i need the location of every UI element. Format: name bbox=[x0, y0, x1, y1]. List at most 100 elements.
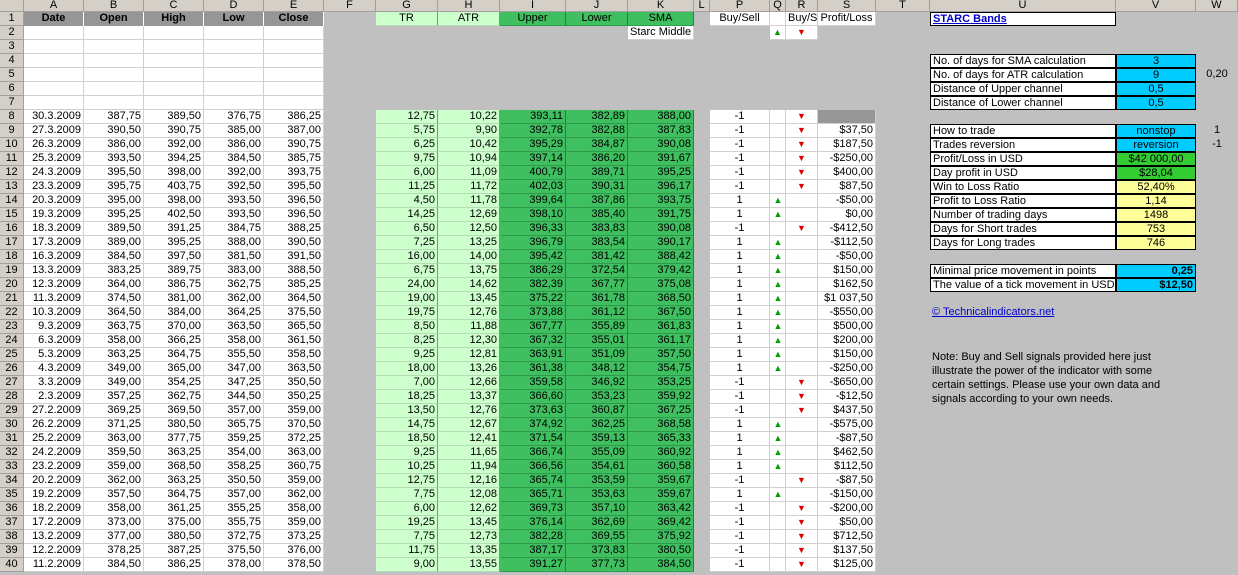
tr-cell[interactable]: 7,75 bbox=[376, 488, 438, 502]
row-header-39[interactable]: 39 bbox=[0, 544, 24, 558]
atr-cell[interactable]: 10,42 bbox=[438, 138, 500, 152]
close-cell[interactable]: 364,50 bbox=[264, 292, 324, 306]
cell[interactable] bbox=[770, 474, 786, 488]
cell[interactable] bbox=[264, 82, 324, 96]
date-cell[interactable]: 9.3.2009 bbox=[24, 320, 84, 334]
close-cell[interactable]: 372,25 bbox=[264, 432, 324, 446]
close-cell[interactable]: 375,50 bbox=[264, 306, 324, 320]
profit-loss-cell[interactable]: $1 037,50 bbox=[818, 292, 876, 306]
date-cell[interactable]: 26.3.2009 bbox=[24, 138, 84, 152]
date-cell[interactable]: 5.3.2009 bbox=[24, 348, 84, 362]
tr-cell[interactable]: 24,00 bbox=[376, 278, 438, 292]
cell[interactable] bbox=[144, 26, 204, 40]
upper-cell[interactable]: 373,63 bbox=[500, 404, 566, 418]
date-cell[interactable]: 24.2.2009 bbox=[24, 446, 84, 460]
atr-cell[interactable]: 12,69 bbox=[438, 208, 500, 222]
tr-cell[interactable]: 5,75 bbox=[376, 124, 438, 138]
date-cell[interactable]: 11.3.2009 bbox=[24, 292, 84, 306]
lower-cell[interactable]: 389,71 bbox=[566, 166, 628, 180]
lower-cell[interactable]: 377,73 bbox=[566, 558, 628, 572]
signal-cell[interactable]: -1 bbox=[710, 152, 770, 166]
row-header-30[interactable]: 30 bbox=[0, 418, 24, 432]
tr-cell[interactable]: 18,50 bbox=[376, 432, 438, 446]
upper-cell[interactable]: 363,91 bbox=[500, 348, 566, 362]
low-cell[interactable]: 362,00 bbox=[204, 292, 264, 306]
cell[interactable] bbox=[144, 68, 204, 82]
profit-loss-cell[interactable]: $500,00 bbox=[818, 320, 876, 334]
close-cell[interactable]: 358,50 bbox=[264, 348, 324, 362]
column-header-t[interactable]: T bbox=[876, 0, 930, 12]
sma-cell[interactable]: 391,75 bbox=[628, 208, 694, 222]
sma-cell[interactable]: 365,33 bbox=[628, 432, 694, 446]
column-header-c[interactable]: C bbox=[144, 0, 204, 12]
close-cell[interactable]: 396,50 bbox=[264, 194, 324, 208]
lower-cell[interactable]: 385,40 bbox=[566, 208, 628, 222]
high-cell[interactable]: 381,00 bbox=[144, 292, 204, 306]
date-cell[interactable]: 20.3.2009 bbox=[24, 194, 84, 208]
upper-cell[interactable]: 396,33 bbox=[500, 222, 566, 236]
row-header-14[interactable]: 14 bbox=[0, 194, 24, 208]
cell[interactable] bbox=[770, 138, 786, 152]
date-cell[interactable]: 30.3.2009 bbox=[24, 110, 84, 124]
sma-cell[interactable]: 359,92 bbox=[628, 390, 694, 404]
upper-cell[interactable]: 400,79 bbox=[500, 166, 566, 180]
atr-cell[interactable]: 13,26 bbox=[438, 362, 500, 376]
cell[interactable] bbox=[144, 40, 204, 54]
high-cell[interactable]: 397,50 bbox=[144, 250, 204, 264]
open-cell[interactable]: 349,00 bbox=[84, 362, 144, 376]
high-cell[interactable]: 389,75 bbox=[144, 264, 204, 278]
low-cell[interactable]: 347,00 bbox=[204, 362, 264, 376]
signal-cell[interactable]: 1 bbox=[710, 250, 770, 264]
cell[interactable] bbox=[786, 236, 818, 250]
profit-loss-cell[interactable]: $712,50 bbox=[818, 530, 876, 544]
atr-cell[interactable]: 12,66 bbox=[438, 376, 500, 390]
row-header-34[interactable]: 34 bbox=[0, 474, 24, 488]
column-header-u[interactable]: U bbox=[930, 0, 1116, 12]
cell[interactable] bbox=[770, 12, 786, 26]
cell[interactable] bbox=[24, 96, 84, 110]
column-header-l[interactable]: L bbox=[694, 0, 710, 12]
cell[interactable] bbox=[84, 54, 144, 68]
upper-cell[interactable]: 367,32 bbox=[500, 334, 566, 348]
sma-cell[interactable]: 354,75 bbox=[628, 362, 694, 376]
row-header-8[interactable]: 8 bbox=[0, 110, 24, 124]
atr-cell[interactable]: 12,50 bbox=[438, 222, 500, 236]
close-cell[interactable]: 363,00 bbox=[264, 446, 324, 460]
atr-cell[interactable]: 10,22 bbox=[438, 110, 500, 124]
date-cell[interactable]: 27.2.2009 bbox=[24, 404, 84, 418]
upper-cell[interactable]: 398,10 bbox=[500, 208, 566, 222]
row-header-16[interactable]: 16 bbox=[0, 222, 24, 236]
cell[interactable] bbox=[786, 460, 818, 474]
close-cell[interactable]: 385,75 bbox=[264, 152, 324, 166]
close-cell[interactable]: 388,25 bbox=[264, 222, 324, 236]
signal-cell[interactable]: 1 bbox=[710, 460, 770, 474]
cell[interactable] bbox=[24, 40, 84, 54]
close-cell[interactable]: 363,50 bbox=[264, 362, 324, 376]
cell[interactable] bbox=[264, 96, 324, 110]
cell[interactable] bbox=[144, 82, 204, 96]
close-cell[interactable]: 391,50 bbox=[264, 250, 324, 264]
cell[interactable] bbox=[770, 390, 786, 404]
close-cell[interactable]: 376,00 bbox=[264, 544, 324, 558]
upper-cell[interactable]: 391,27 bbox=[500, 558, 566, 572]
open-cell[interactable]: 363,25 bbox=[84, 348, 144, 362]
sma-cell[interactable]: 359,67 bbox=[628, 474, 694, 488]
low-cell[interactable]: 392,00 bbox=[204, 166, 264, 180]
open-cell[interactable]: 387,75 bbox=[84, 110, 144, 124]
low-cell[interactable]: 376,75 bbox=[204, 110, 264, 124]
select-all-corner[interactable] bbox=[0, 0, 24, 12]
cell[interactable] bbox=[770, 124, 786, 138]
sma-cell[interactable]: 368,50 bbox=[628, 292, 694, 306]
high-cell[interactable]: 384,00 bbox=[144, 306, 204, 320]
open-cell[interactable]: 383,25 bbox=[84, 264, 144, 278]
lower-cell[interactable]: 381,42 bbox=[566, 250, 628, 264]
atr-cell[interactable]: 13,55 bbox=[438, 558, 500, 572]
tr-cell[interactable]: 13,50 bbox=[376, 404, 438, 418]
cell[interactable] bbox=[264, 40, 324, 54]
close-cell[interactable]: 360,75 bbox=[264, 460, 324, 474]
open-cell[interactable]: 357,25 bbox=[84, 390, 144, 404]
cell[interactable] bbox=[770, 180, 786, 194]
cell[interactable] bbox=[770, 110, 786, 124]
open-cell[interactable]: 384,50 bbox=[84, 250, 144, 264]
row-header-26[interactable]: 26 bbox=[0, 362, 24, 376]
